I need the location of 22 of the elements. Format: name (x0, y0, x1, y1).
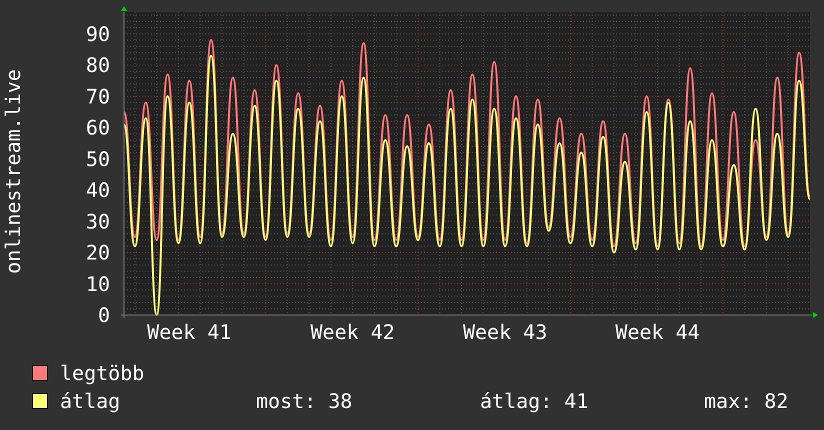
x-tick-label: Week 41 (147, 320, 232, 344)
x-tick-label: Week 44 (615, 320, 700, 344)
y-tick-label: 90 (86, 22, 110, 46)
legend-label: legtöbb (60, 361, 146, 385)
x-tick-label: Week 42 (310, 320, 395, 344)
y-tick-label: 40 (86, 178, 110, 202)
legend-label: átlag (60, 389, 122, 413)
arrow-up-icon (121, 6, 127, 11)
arrow-right-icon (813, 312, 818, 318)
y-tick-label: 80 (86, 53, 110, 78)
y-tick-label: 50 (86, 146, 110, 171)
stat-value: átlag: 41 (480, 389, 590, 413)
y-tick-label: 70 (86, 84, 110, 108)
y-tick-label: 0 (98, 303, 110, 327)
y-tick-label: 10 (86, 272, 110, 296)
y-axis-title: onlinestream.live (1, 69, 25, 274)
y-tick-label: 60 (86, 116, 110, 140)
stat-value: max: 82 (704, 389, 788, 413)
y-tick-label: 30 (86, 209, 110, 234)
stat-value: most: 38 (256, 389, 354, 413)
x-tick-label: Week 43 (462, 320, 548, 344)
y-tick-label: 20 (86, 240, 110, 265)
